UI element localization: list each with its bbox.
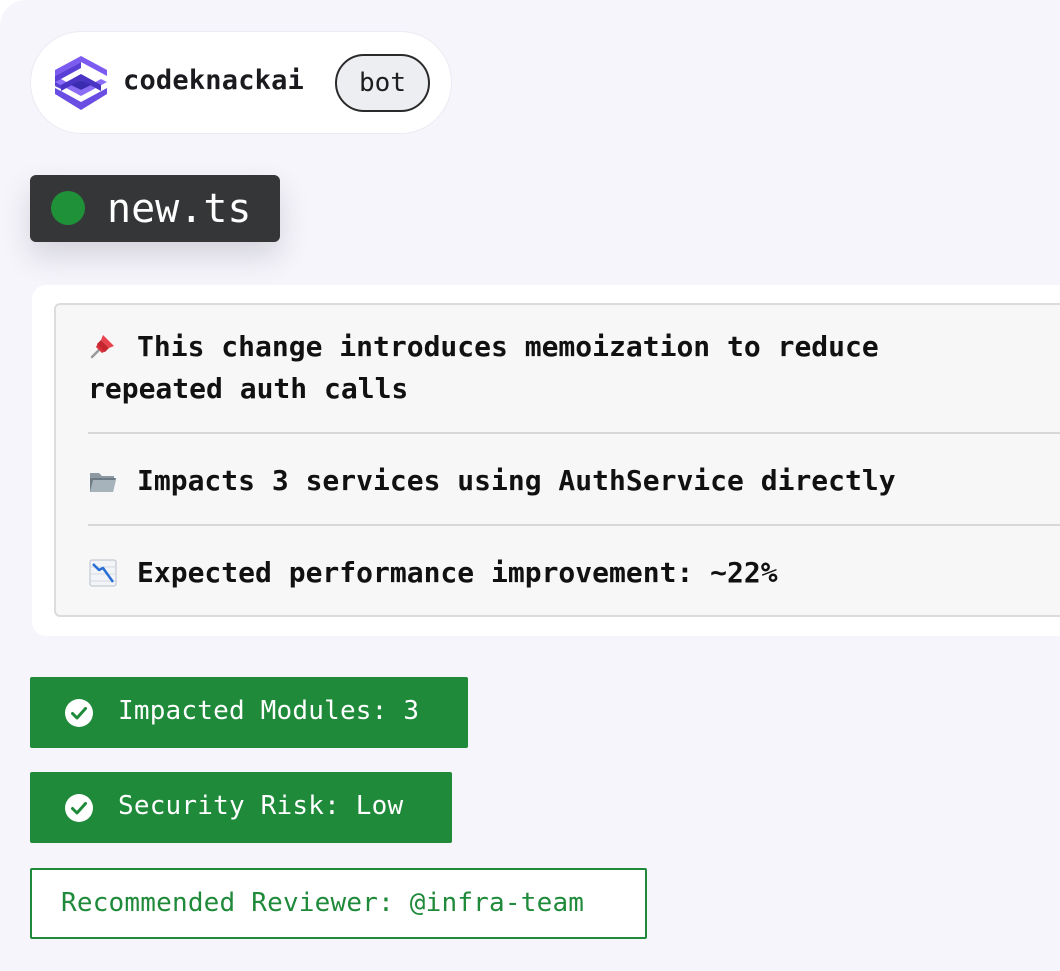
security-risk-label: Security Risk: Low: [118, 791, 404, 821]
bot-name[interactable]: codeknackai: [123, 65, 304, 96]
impacted-modules-label: Impacted Modules: 3: [118, 696, 420, 726]
summary-item-text-continued: repeated auth calls: [88, 372, 409, 405]
pushpin-icon: [90, 335, 114, 359]
summary-item-text: This change introduces memoization to re…: [137, 330, 879, 363]
chart-decreasing-icon: [89, 559, 117, 587]
review-comment-canvas: codeknackai bot new.ts This change intro…: [0, 0, 1060, 971]
security-risk-badge: Security Risk: Low: [30, 772, 452, 843]
codeknackai-logo-icon: [55, 56, 107, 110]
divider: [88, 524, 1060, 526]
bot-badge: bot: [335, 54, 430, 112]
recommended-reviewer-label: Recommended Reviewer: @infra-team: [61, 888, 585, 918]
check-circle-icon: [65, 699, 93, 727]
file-status-dot-icon: [51, 191, 85, 225]
file-name: new.ts: [107, 186, 252, 232]
summary-item-text: Impacts 3 services using AuthService dir…: [137, 464, 896, 497]
folder-icon: [90, 473, 116, 492]
summary-item-text: Expected performance improvement: ~22%: [137, 556, 778, 589]
bot-identity-pill: codeknackai bot: [30, 31, 452, 134]
recommended-reviewer-badge[interactable]: Recommended Reviewer: @infra-team: [30, 868, 647, 939]
summary-card: This change introduces memoization to re…: [32, 285, 1060, 636]
divider: [88, 432, 1060, 434]
impacted-modules-badge: Impacted Modules: 3: [30, 677, 468, 748]
check-circle-icon: [65, 794, 93, 822]
summary-list: This change introduces memoization to re…: [54, 303, 1060, 617]
file-tag[interactable]: new.ts: [30, 175, 280, 242]
